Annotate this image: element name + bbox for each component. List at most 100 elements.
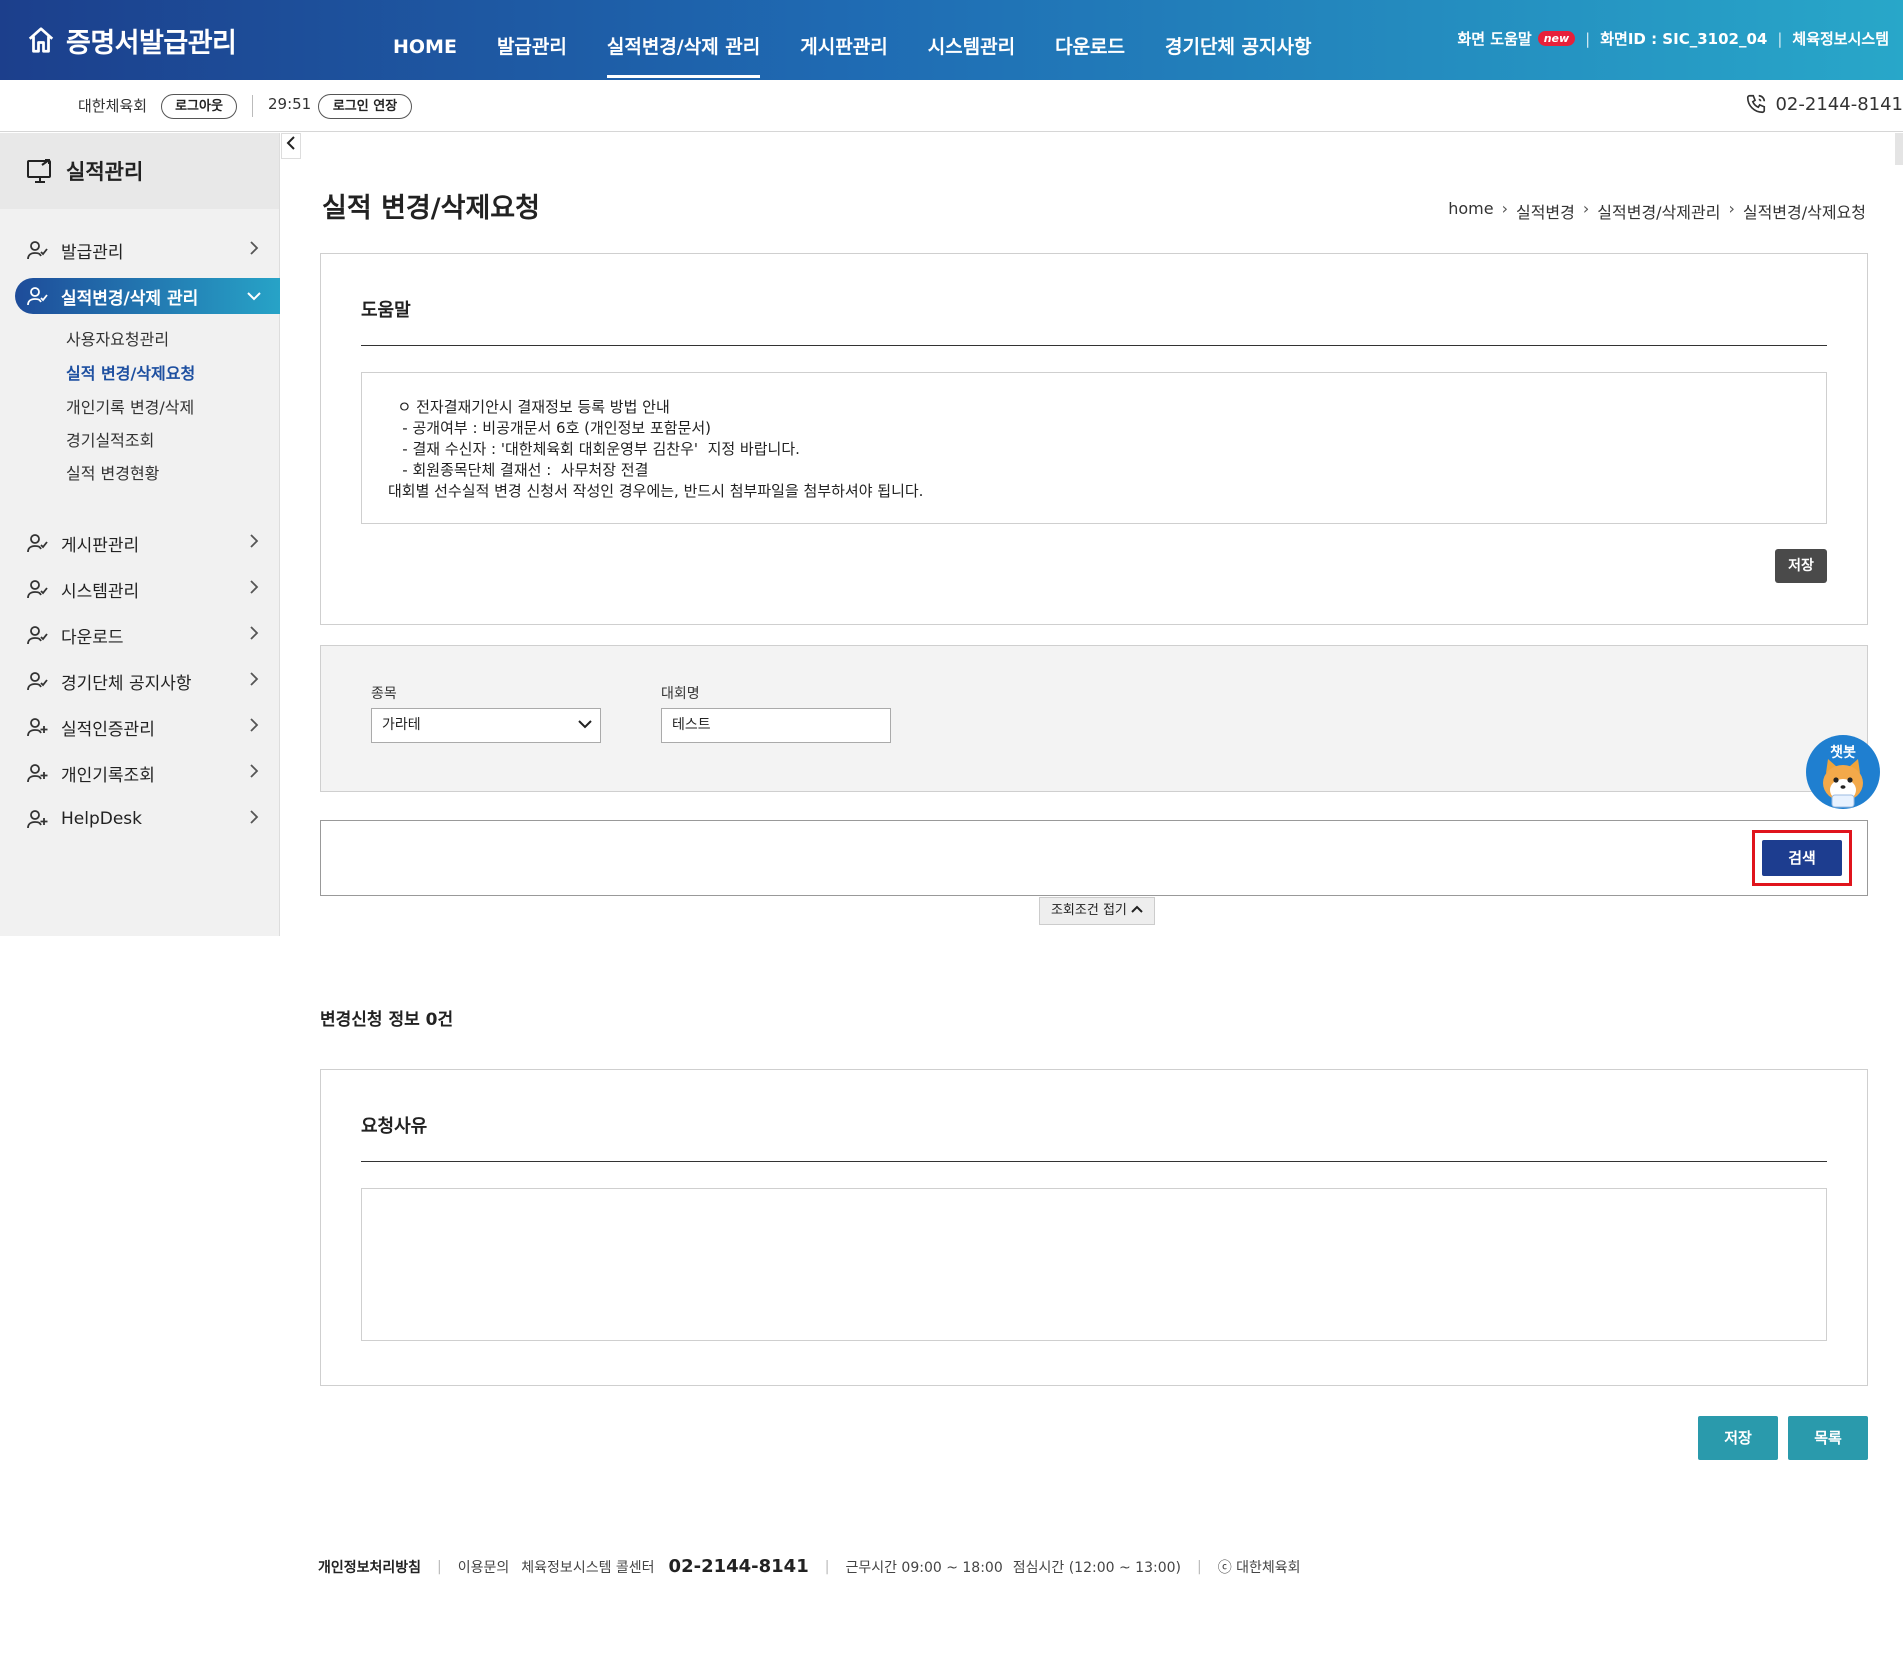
scrollbar[interactable] xyxy=(1895,133,1903,165)
save-button[interactable]: 저장 xyxy=(1698,1416,1778,1460)
fold-label: 조회조건 접기 xyxy=(1050,903,1127,918)
breadcrumb-current: 실적변경/삭제요청 xyxy=(1742,203,1866,222)
breadcrumb-item[interactable]: 실적변경/삭제관리 xyxy=(1597,199,1720,223)
sidebar-item-label: 다운로드 xyxy=(61,627,124,648)
main-nav: HOME 발급관리 실적변경/삭제 관리 게시판관리 시스템관리 다운로드 경기… xyxy=(393,0,1351,80)
help-textbox[interactable]: ㅇ 전자결재기안시 결재정보 등록 방법 안내 - 공개여부 : 비공개문서 6… xyxy=(361,372,1827,524)
breadcrumb-home[interactable]: home xyxy=(1448,199,1493,223)
sidebar-item-board[interactable]: 게시판관리 xyxy=(15,525,280,561)
search-conditions: 종목 가라테 대회명 테스트 xyxy=(320,645,1868,792)
user-check-icon xyxy=(27,626,48,645)
user-check-icon xyxy=(27,534,48,553)
nav-download[interactable]: 다운로드 xyxy=(1055,0,1125,80)
search-button[interactable]: 검색 xyxy=(1762,840,1842,876)
user-check-icon xyxy=(27,241,48,260)
working-hours: 근무시간 09:00 ~ 18:00 xyxy=(845,1559,1003,1576)
org-name: 대한체육회 xyxy=(78,97,148,115)
sidebar-item-personal-record[interactable]: 개인기록조회 xyxy=(15,755,280,791)
help-line: 대회별 선수실적 변경 신청서 작성인 경우에는, 반드시 첨부파일을 첨부하셔… xyxy=(388,482,924,500)
sidebar-item-helpdesk[interactable]: HelpDesk xyxy=(15,801,280,837)
user-plus-icon xyxy=(27,764,48,783)
result-count: 변경신청 정보 0건 xyxy=(320,1010,454,1030)
chatbot-mascot-icon xyxy=(1823,759,1863,808)
app-title: 증명서발급관리 xyxy=(66,27,237,59)
screen-help-link[interactable]: 화면 도움말 xyxy=(1457,28,1531,49)
sidebar-subitem-change-status[interactable]: 실적 변경현황 xyxy=(66,460,159,484)
help-title: 도움말 xyxy=(361,300,411,321)
extend-login-button[interactable]: 로그인 연장 xyxy=(318,94,412,119)
sidebar-item-notice[interactable]: 경기단체 공지사항 xyxy=(15,663,280,699)
chatbot-button[interactable]: 챗봇 xyxy=(1806,735,1880,809)
reason-panel: 요청사유 xyxy=(320,1069,1868,1386)
user-check-icon xyxy=(27,580,48,599)
help-panel: 도움말 ㅇ 전자결재기안시 결재정보 등록 방법 안내 - 공개여부 : 비공개… xyxy=(320,253,1868,625)
divider: | xyxy=(1585,29,1591,48)
sidebar-item-label: 게시판관리 xyxy=(61,535,140,556)
sidebar-item-certification[interactable]: 실적인증관리 xyxy=(15,709,280,745)
user-plus-icon xyxy=(27,718,48,737)
app-logo[interactable]: 증명서발급관리 xyxy=(26,20,237,60)
phone-contact: 02-2144-8141 xyxy=(1745,93,1903,115)
user-plus-icon xyxy=(27,810,48,829)
nav-notice[interactable]: 경기단체 공지사항 xyxy=(1165,0,1311,80)
privacy-policy-link[interactable]: 개인정보처리방침 xyxy=(318,1557,421,1577)
help-line: ㅇ 전자결재기안시 결재정보 등록 방법 안내 xyxy=(388,398,670,416)
sidebar-item-label: 실적인증관리 xyxy=(61,719,155,740)
copyright: ⓒ 대한체육회 xyxy=(1217,1559,1301,1576)
logout-button[interactable]: 로그아웃 xyxy=(161,94,237,119)
user-check-icon xyxy=(27,672,48,691)
screen-id: 화면ID : SIC_3102_04 xyxy=(1600,30,1768,48)
sidebar-item-label: 시스템관리 xyxy=(61,581,140,602)
sidebar-subitem-personal-record-change[interactable]: 개인기록 변경/삭제 xyxy=(66,394,194,418)
sidebar-item-download[interactable]: 다운로드 xyxy=(15,617,280,653)
nav-issue[interactable]: 발급관리 xyxy=(497,0,567,80)
sidebar-subitem-competition-results[interactable]: 경기실적조회 xyxy=(66,427,154,451)
chevron-right-icon xyxy=(242,625,266,645)
footer: 개인정보처리방침 | 이용문의 체육정보시스템 콜센터 02-2144-8141… xyxy=(318,1556,1301,1577)
breadcrumb-item[interactable]: 실적변경 xyxy=(1516,199,1575,223)
chevron-right-icon xyxy=(242,717,266,737)
sidebar-item-record-change[interactable]: 실적변경/삭제 관리 xyxy=(15,278,280,314)
session-timer: 29:51 xyxy=(268,95,312,113)
chevron-right-icon xyxy=(242,671,266,691)
help-line: - 결재 수신자 : '대한체육회 대회운영부 김찬우' 지정 바랍니다. xyxy=(388,440,800,458)
nav-home[interactable]: HOME xyxy=(393,0,457,80)
nav-record-change[interactable]: 실적변경/삭제 관리 xyxy=(606,0,761,80)
phone-icon xyxy=(1747,94,1766,114)
sidebar-item-label: 경기단체 공지사항 xyxy=(61,673,192,694)
sidebar-item-label: 실적변경/삭제 관리 xyxy=(61,288,199,309)
sidebar-item-issue[interactable]: 발급관리 xyxy=(15,232,280,268)
chevron-up-icon xyxy=(1131,905,1143,913)
monitor-icon xyxy=(27,159,51,183)
sport-select[interactable]: 가라테 xyxy=(371,708,601,743)
search-button-bar: 검색 xyxy=(320,820,1868,896)
sidebar-item-label: HelpDesk xyxy=(61,809,143,829)
session-bar: 대한체육회 로그아웃 29:51 로그인 연장 02-2144-8141 xyxy=(0,80,1903,132)
chevron-right-icon xyxy=(242,533,266,553)
list-button[interactable]: 목록 xyxy=(1788,1416,1868,1460)
reason-textarea[interactable] xyxy=(361,1188,1827,1341)
sidebar-subitem-record-change-request[interactable]: 실적 변경/삭제요청 xyxy=(66,360,195,384)
divider xyxy=(252,95,253,117)
phone-number: 02-2144-8141 xyxy=(1775,93,1903,115)
sidebar-item-system[interactable]: 시스템관리 xyxy=(15,571,280,607)
home-icon xyxy=(28,27,54,53)
system-link[interactable]: 체육정보시스템 xyxy=(1792,28,1889,49)
top-header: 증명서발급관리 HOME 발급관리 실적변경/삭제 관리 게시판관리 시스템관리… xyxy=(0,0,1903,80)
fold-conditions-button[interactable]: 조회조건 접기 xyxy=(1039,897,1155,925)
event-name-input[interactable]: 테스트 xyxy=(661,708,891,743)
breadcrumb: home › 실적변경 › 실적변경/삭제관리 › 실적변경/삭제요청 xyxy=(1448,199,1866,223)
help-line: - 회원종목단체 결재선 : 사무처장 전결 xyxy=(388,461,649,479)
chevron-right-icon xyxy=(242,809,266,829)
lunch-hours: 점심시간 (12:00 ~ 13:00) xyxy=(1012,1559,1181,1576)
help-save-button[interactable]: 저장 xyxy=(1775,549,1827,583)
sidebar-collapse-button[interactable] xyxy=(281,133,301,159)
nav-system[interactable]: 시스템관리 xyxy=(928,0,1015,80)
chevron-right-icon xyxy=(242,579,266,599)
divider: | xyxy=(1777,29,1783,48)
nav-board[interactable]: 게시판관리 xyxy=(800,0,887,80)
chevron-down-icon xyxy=(242,286,266,306)
page-title: 실적 변경/삭제요청 xyxy=(322,193,540,224)
sport-label: 종목 xyxy=(371,686,397,702)
sidebar-subitem-user-request[interactable]: 사용자요청관리 xyxy=(66,326,169,350)
